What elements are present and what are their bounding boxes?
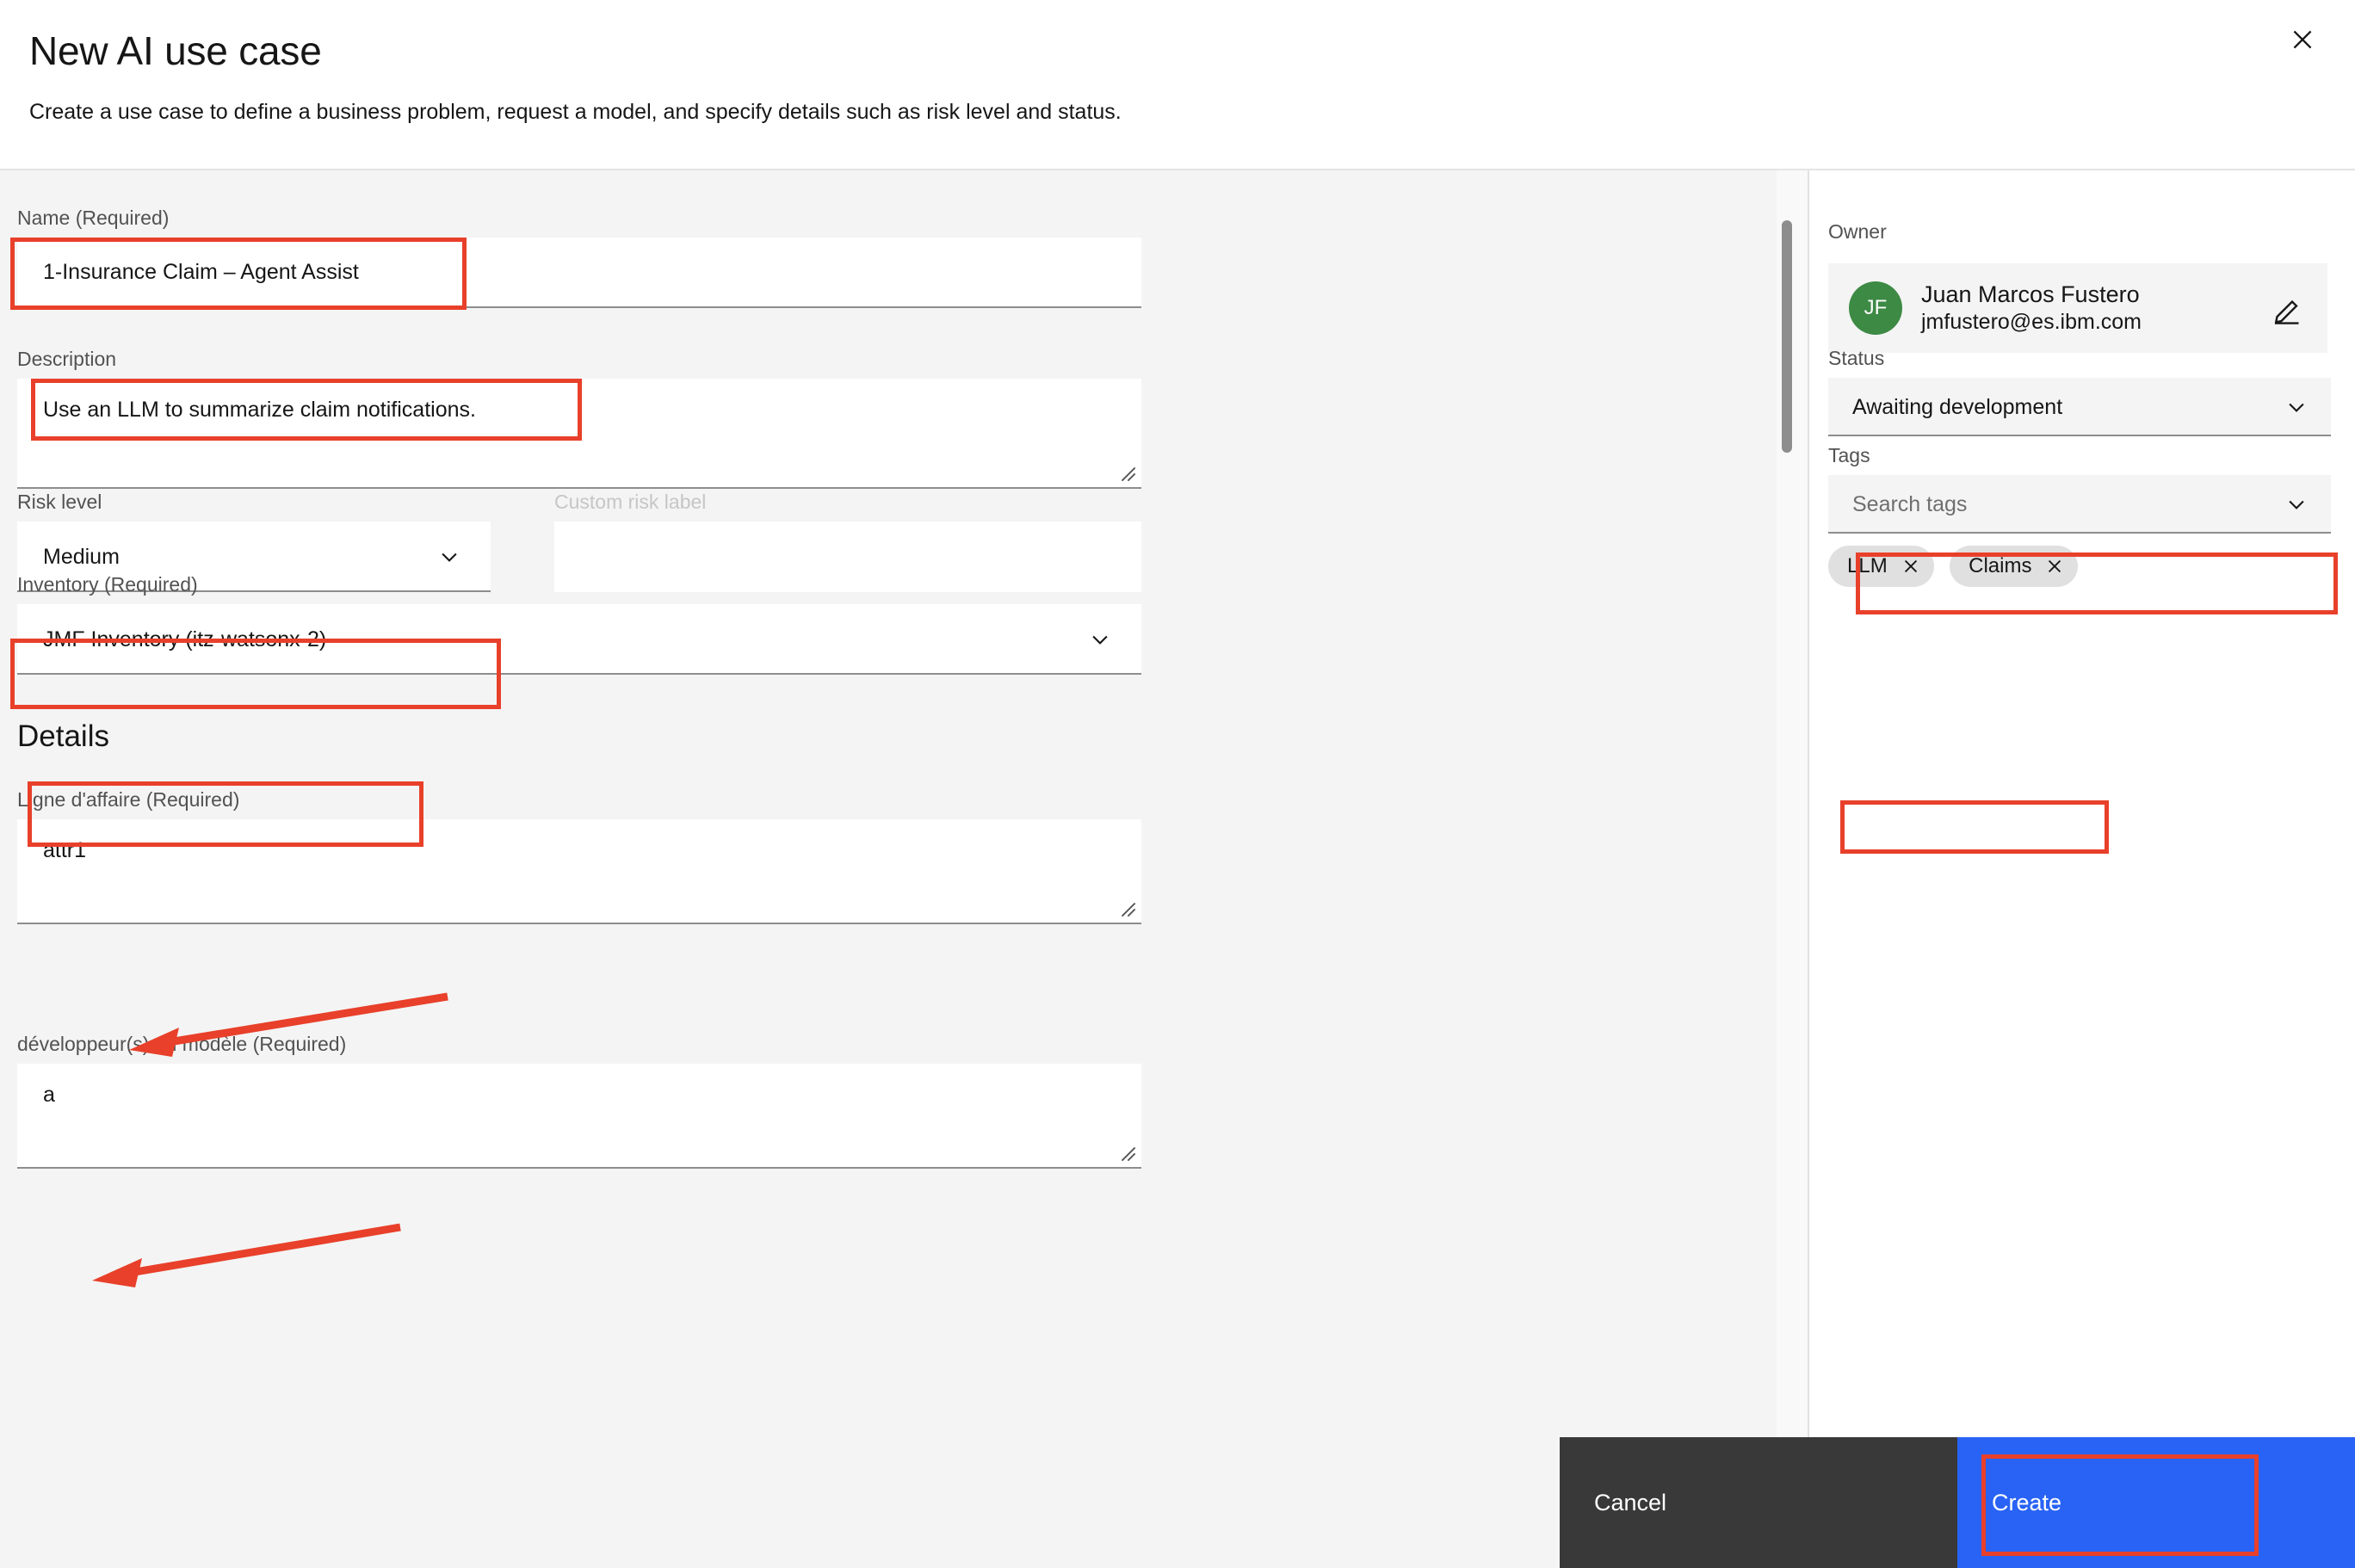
ligne-daffaire-label: Ligne d'affaire (Required) [17, 788, 240, 811]
status-label: Status [1828, 347, 1885, 369]
edit-owner-button[interactable] [2271, 291, 2305, 325]
close-button[interactable] [2265, 3, 2340, 77]
inventory-select[interactable]: JMF Inventory (itz-watsonx-2) [17, 604, 1141, 675]
tags-label: Tags [1828, 444, 1870, 466]
modal-header: New AI use case Create a use case to def… [0, 0, 2355, 170]
cancel-button[interactable]: Cancel [1560, 1437, 1957, 1568]
search-tags-input[interactable]: Search tags [1828, 475, 2331, 534]
custom-risk-label-label: Custom risk label [554, 491, 707, 513]
ligne-daffaire-textarea[interactable] [17, 819, 1141, 924]
owner-email: jmfustero@es.ibm.com [1921, 310, 2142, 335]
create-button[interactable]: Create [1957, 1437, 2355, 1568]
tag-chip-label: Claims [1969, 554, 2032, 577]
main-panel-scrollbar-track[interactable] [1777, 170, 1797, 1437]
tag-chip[interactable]: LLM [1828, 546, 1934, 587]
close-icon[interactable] [2045, 557, 2064, 576]
new-ai-use-case-modal: New AI use case Create a use case to def… [0, 0, 2355, 1568]
custom-risk-label-input[interactable] [554, 522, 1141, 592]
page-subtitle: Create a use case to define a business p… [29, 100, 1122, 124]
tag-chip[interactable]: Claims [1950, 546, 2079, 587]
tag-chip-list: LLM Claims [1828, 546, 2090, 587]
name-input[interactable] [17, 238, 1141, 308]
page-title: New AI use case [29, 28, 322, 73]
risk-level-label: Risk level [17, 491, 102, 513]
description-textarea[interactable] [17, 379, 1141, 489]
main-form-panel: Name (Required) Name (Required) Descript… [0, 170, 1797, 1437]
owner-label: Owner [1828, 220, 1887, 243]
modal-body: Name (Required) Name (Required) Descript… [0, 170, 2355, 1437]
status-select[interactable]: Awaiting development [1828, 378, 2331, 436]
close-icon[interactable] [1901, 557, 1920, 576]
developpeur-modele-textarea[interactable] [17, 1064, 1141, 1169]
name-label: Name (Required) [17, 207, 170, 229]
inventory-label: Inventory (Required) [17, 573, 198, 596]
edit-pencil-icon [2271, 299, 2305, 328]
close-icon [2288, 25, 2317, 57]
sidebar-panel: Owner JF Juan Marcos Fustero jmfustero@e… [1808, 170, 2355, 1437]
panel-divider [1797, 170, 1808, 1437]
description-label: Description [17, 348, 117, 370]
developpeur-modele-label: développeur(s) du modèle (Required) [17, 1033, 347, 1055]
details-heading: Details [17, 719, 109, 753]
main-panel-scrollbar-thumb[interactable] [1782, 220, 1792, 453]
modal-footer: Cancel Create [0, 1437, 2355, 1568]
tag-chip-label: LLM [1847, 554, 1888, 577]
owner-card: JF Juan Marcos Fustero jmfustero@es.ibm.… [1828, 263, 2327, 353]
avatar: JF [1849, 281, 1902, 335]
owner-name: Juan Marcos Fustero [1921, 281, 2140, 307]
